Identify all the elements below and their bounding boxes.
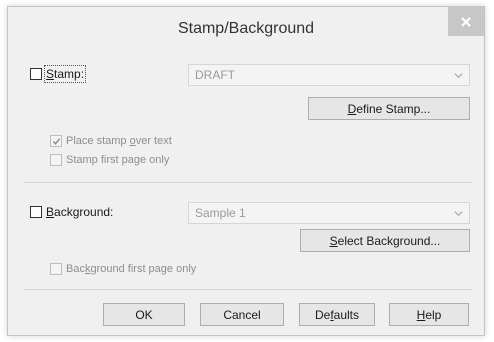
background-first-page-box[interactable] (50, 263, 62, 275)
stamp-select[interactable]: DRAFT (188, 64, 470, 86)
ok-button[interactable]: OK (103, 303, 185, 326)
checkmark-icon (52, 137, 60, 145)
help-button[interactable]: Help (389, 303, 469, 326)
stamp-checkbox[interactable]: Stamp: (30, 65, 87, 83)
cancel-button[interactable]: Cancel (200, 303, 284, 326)
section-divider (24, 182, 472, 183)
place-over-text-box[interactable] (50, 135, 62, 147)
stamp-select-value: DRAFT (195, 68, 235, 82)
define-stamp-button[interactable]: Define Stamp... (308, 97, 470, 120)
close-button[interactable] (448, 7, 484, 36)
background-first-page-label: Background first page only (66, 263, 197, 275)
place-over-text-checkbox[interactable]: Place stamp over text (50, 135, 172, 147)
place-over-text-label: Place stamp over text (66, 135, 172, 147)
chevron-down-icon (454, 73, 463, 79)
title-bar: Stamp/Background (8, 7, 484, 50)
background-select-value: Sample 1 (195, 206, 246, 220)
chevron-down-icon (454, 211, 463, 217)
defaults-button[interactable]: Defaults (299, 303, 375, 326)
define-stamp-label: Define Stamp... (347, 101, 431, 116)
stamp-checkbox-box[interactable] (30, 68, 42, 80)
background-select[interactable]: Sample 1 (188, 202, 470, 224)
dialog-title: Stamp/Background (177, 20, 315, 37)
stamp-first-page-label: Stamp first page only (66, 154, 170, 166)
background-label: Background: (46, 205, 114, 219)
close-icon (461, 16, 471, 27)
select-background-button[interactable]: Select Background... (300, 229, 470, 252)
button-row-divider (24, 289, 472, 290)
select-background-label: Select Background... (329, 233, 441, 248)
stamp-background-dialog: Stamp/Background Stamp: DRAFT Define Sta… (7, 6, 485, 336)
stamp-first-page-checkbox[interactable]: Stamp first page only (50, 154, 169, 166)
background-first-page-checkbox[interactable]: Background first page only (50, 263, 196, 275)
stamp-first-page-box[interactable] (50, 154, 62, 166)
stamp-label: Stamp: (43, 65, 87, 83)
background-checkbox-box[interactable] (30, 206, 42, 218)
help-label: Help (416, 307, 442, 322)
defaults-label: Defaults (314, 307, 360, 322)
background-checkbox[interactable]: Background: (30, 205, 113, 219)
